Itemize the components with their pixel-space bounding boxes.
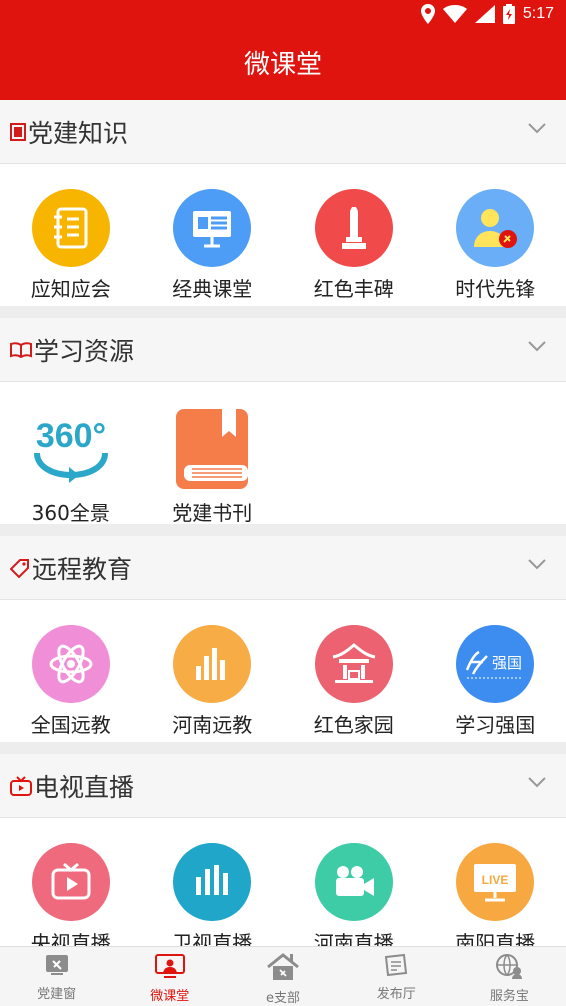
- nav-item-dangjianchuang[interactable]: 党建窗: [0, 947, 113, 1006]
- section-header[interactable]: 学习资源: [0, 318, 566, 382]
- grid-item-label: 应知应会: [30, 277, 111, 301]
- panorama-360-icon: 360°: [33, 417, 108, 483]
- tv-icon: [10, 775, 32, 796]
- grid-item-360[interactable]: 360° 360全景: [0, 407, 142, 525]
- location-icon: [420, 4, 435, 24]
- audio-bars-icon: [196, 865, 229, 895]
- grid-item-label: 央视直播: [30, 931, 111, 946]
- section-header[interactable]: 远程教育: [0, 536, 566, 600]
- monument-icon: [341, 207, 366, 249]
- service-globe-icon: [496, 954, 523, 979]
- tag-icon: [10, 558, 29, 578]
- notebook-icon: [53, 207, 88, 249]
- wifi-icon: [442, 5, 467, 23]
- grid-item-label: 党建书刊: [172, 501, 253, 525]
- grid-item-label: 时代先锋: [455, 277, 536, 301]
- pioneer-person-icon: [474, 209, 518, 248]
- grid-item-label: 360全景: [31, 501, 110, 525]
- svg-text:360°: 360°: [36, 417, 106, 455]
- micro-class-icon: [154, 954, 185, 978]
- nav-item-fuwubao[interactable]: 服务宝: [453, 947, 566, 1006]
- grid-item-hongse-fengbei[interactable]: 红色丰碑: [283, 189, 425, 306]
- section-header[interactable]: 党建知识: [0, 100, 566, 164]
- nav-label: e支部: [266, 991, 300, 1006]
- grid-item-hongse-jiayuan[interactable]: 红色家园: [283, 625, 425, 742]
- chevron-down-icon[interactable]: [528, 558, 546, 570]
- page-title: 微课堂: [243, 50, 322, 80]
- atom-icon: [49, 644, 93, 684]
- grid-item-label: 河南直播: [313, 931, 394, 946]
- main-content: 党建知识 应知应会 经典课堂 红色丰碑 时代先锋 学习资源 360° 360全景…: [0, 100, 566, 946]
- section-party-knowledge: 党建知识 应知应会 经典课堂 红色丰碑 时代先锋: [0, 100, 566, 306]
- nav-label: 服务宝: [489, 989, 529, 1004]
- grid-item-label: 学习强国: [455, 713, 536, 737]
- xuexi-qiangguo-logo: 强国: [466, 650, 524, 679]
- grid-item-label: 红色丰碑: [313, 277, 394, 301]
- nav-label: 党建窗: [37, 987, 77, 1002]
- nav-label: 发布厅: [376, 987, 416, 1002]
- grid-item-label: 卫视直播: [172, 931, 253, 946]
- chevron-down-icon[interactable]: [528, 776, 546, 788]
- grid-item-henan-zhibo[interactable]: 河南直播: [283, 843, 425, 946]
- status-time: 5:17: [522, 5, 554, 22]
- chevron-down-icon[interactable]: [528, 340, 546, 352]
- grid-item-yangshi[interactable]: 央视直播: [0, 843, 142, 946]
- section-study-resources: 学习资源 360° 360全景 党建书刊: [0, 318, 566, 525]
- grid-item-label: 红色家园: [313, 713, 394, 737]
- section-tv-live: 电视直播 央视直播 卫视直播 河南直播 LIVE 南阳直播: [0, 754, 566, 946]
- chevron-down-icon[interactable]: [528, 122, 546, 134]
- status-bar: 5:17: [0, 0, 566, 30]
- presentation-board-icon: [193, 211, 232, 248]
- publish-hall-icon: [385, 953, 408, 977]
- live-screen-icon: LIVE: [474, 864, 517, 902]
- nav-item-weiketang[interactable]: 微课堂: [113, 947, 226, 1006]
- section-header[interactable]: 电视直播: [0, 754, 566, 818]
- grid-item-weishi[interactable]: 卫视直播: [142, 843, 284, 946]
- open-book-icon: [10, 341, 32, 358]
- grid-item-jingdian[interactable]: 经典课堂: [142, 189, 284, 306]
- status-icons: 5:17: [420, 4, 554, 24]
- bottom-navigation: 党建窗 微课堂 e支部 发布厅 服务宝: [0, 946, 566, 1006]
- nav-item-ezhibu[interactable]: e支部: [226, 947, 339, 1006]
- branch-house-icon: [267, 953, 299, 980]
- battery-icon: [502, 4, 515, 24]
- grid-item-quanguo-yuanjiao[interactable]: 全国远教: [0, 625, 142, 742]
- party-window-icon: [45, 955, 68, 975]
- book-icon: [176, 409, 249, 489]
- grid-item-label: 南阳直播: [455, 931, 536, 946]
- nav-label: 微课堂: [150, 989, 190, 1004]
- pavilion-icon: [332, 643, 376, 683]
- live-badge: LIVE: [482, 873, 509, 887]
- nav-item-fabuting[interactable]: 发布厅: [340, 947, 453, 1006]
- section-title: 学习资源: [34, 336, 135, 366]
- grid-item-henan-yuanjiao[interactable]: 河南远教: [142, 625, 284, 742]
- grid-item-label: 经典课堂: [172, 277, 253, 301]
- grid-item-xuexi-qiangguo[interactable]: 强国 学习强国: [425, 625, 566, 742]
- logo-text: 强国: [492, 654, 522, 672]
- bar-city-icon: [196, 648, 226, 680]
- section-title: 远程教育: [32, 554, 133, 584]
- video-camera-icon: [335, 866, 374, 896]
- tv-play-icon: [51, 862, 91, 900]
- section-remote-education: 远程教育 全国远教 河南远教 红色家园 强国 学习强国: [0, 536, 566, 742]
- section-title: 电视直播: [34, 772, 135, 802]
- party-flag-icon: [10, 122, 26, 141]
- grid-item-label: 河南远教: [172, 713, 253, 737]
- grid-item-label: 全国远教: [30, 713, 111, 737]
- app-bar: 微课堂: [0, 30, 566, 100]
- section-title: 党建知识: [28, 118, 129, 148]
- signal-icon: [474, 5, 495, 23]
- grid-item-yingzhi[interactable]: 应知应会: [0, 189, 142, 306]
- grid-item-dangjian-shukan[interactable]: 党建书刊: [142, 407, 284, 525]
- grid-item-shidai-xianfeng[interactable]: 时代先锋: [425, 189, 566, 306]
- grid-item-nanyang-zhibo[interactable]: LIVE 南阳直播: [425, 843, 566, 946]
